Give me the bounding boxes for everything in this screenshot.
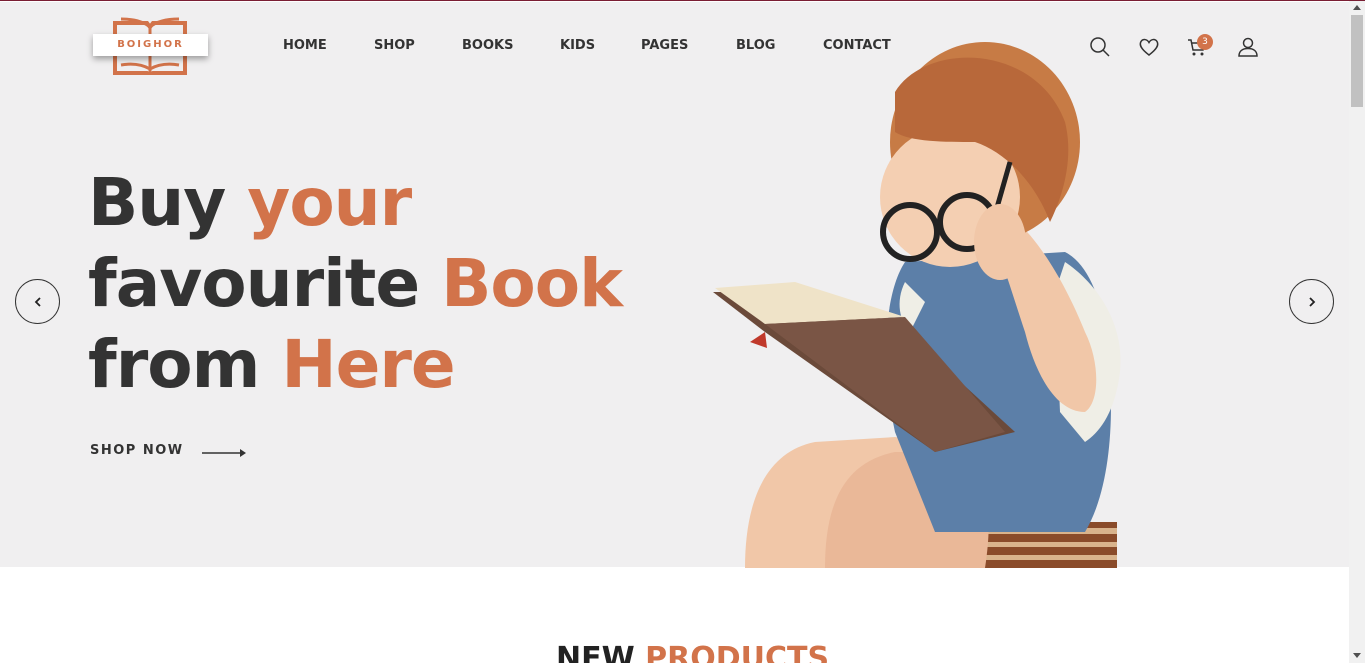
scroll-up-arrow-icon[interactable] [1353,5,1361,10]
scroll-down-arrow-icon[interactable] [1353,653,1361,658]
heart-icon[interactable] [1137,35,1161,59]
site-logo[interactable]: BOIGHOR [93,17,208,77]
vertical-scrollbar[interactable] [1349,1,1365,663]
user-icon[interactable] [1236,35,1260,59]
cart-count-badge: 3 [1197,34,1213,50]
headline-line2: favourite [88,245,442,322]
slider-next-button[interactable] [1289,279,1334,324]
chevron-right-icon [1309,297,1316,307]
headline-line2-accent: Book [441,245,623,322]
nav-item-home[interactable]: HOME [283,38,327,53]
headline-line1-accent: your [247,164,412,241]
nav-item-kids[interactable]: KIDS [560,38,595,53]
scrollbar-thumb[interactable] [1351,15,1363,107]
arrow-right-icon[interactable] [202,446,248,460]
nav-item-shop[interactable]: SHOP [374,38,415,53]
shop-now-link[interactable]: SHOP NOW [90,443,184,458]
chevron-left-icon [34,297,41,307]
hero-image-child-reading [713,42,1121,568]
headline-line1: Buy [88,164,248,241]
slider-prev-button[interactable] [15,279,60,324]
hero-headline: Buy your favourite Book from Here [88,162,623,405]
headline-line3: from [88,326,282,403]
nav-item-pages[interactable]: PAGES [641,38,688,53]
new-products-title: NEW PRODUCTS [556,641,829,663]
headline-line3-accent: Here [281,326,455,403]
section-title-accent: PRODUCTS [645,641,830,663]
section-title-plain: NEW [556,641,646,663]
page: BOIGHOR HOME SHOP BOOKS KIDS PAGES BLOG … [0,0,1365,663]
search-icon[interactable] [1088,35,1112,59]
hero-banner: BOIGHOR HOME SHOP BOOKS KIDS PAGES BLOG … [0,2,1349,568]
logo-text: BOIGHOR [93,34,208,56]
nav-item-books[interactable]: BOOKS [462,38,513,53]
